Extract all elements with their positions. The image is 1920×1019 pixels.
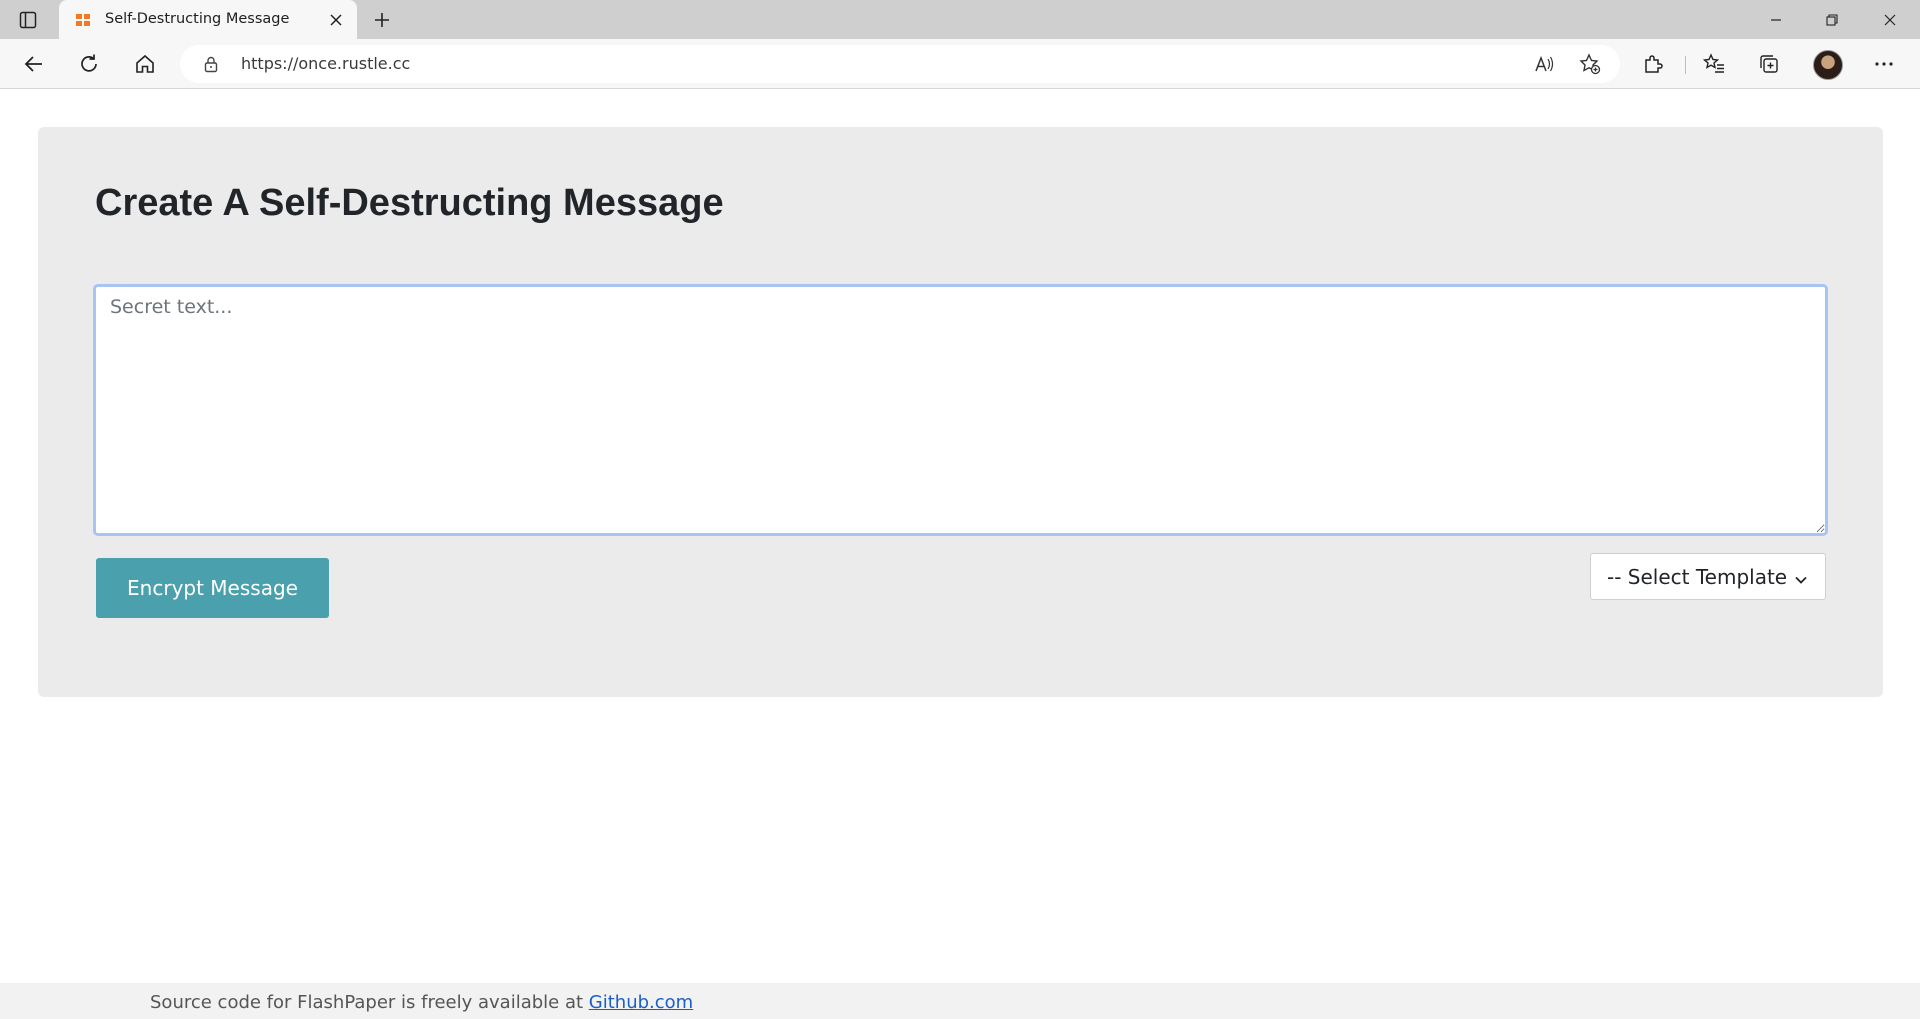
template-select-value: -- Select Template [1607, 564, 1788, 589]
close-window-icon[interactable] [1862, 0, 1918, 39]
back-icon[interactable] [18, 48, 50, 80]
encrypt-message-button[interactable]: Encrypt Message [96, 558, 329, 618]
read-aloud-icon[interactable] [1533, 53, 1555, 75]
page-footer: Source code for FlashPaper is freely ava… [0, 983, 1920, 1019]
footer-message: Source code for FlashPaper is freely ava… [150, 992, 584, 1013]
address-bar[interactable]: https://once.rustle.cc [180, 45, 1620, 83]
message-panel: Create A Self-Destructing Message Encryp… [38, 127, 1883, 697]
toolbar-divider [1685, 56, 1686, 74]
tab-strip: Self-Destructing Message [0, 0, 1920, 39]
github-link[interactable]: Github.com [589, 992, 693, 1013]
tab-title: Self-Destructing Message [105, 11, 290, 27]
browser-tab[interactable]: Self-Destructing Message [59, 0, 357, 39]
favorites-icon[interactable] [1698, 48, 1730, 80]
lock-icon[interactable] [202, 55, 220, 73]
chevron-down-icon [1793, 569, 1809, 585]
site-favicon-icon [74, 12, 92, 28]
template-select[interactable]: -- Select Template [1590, 553, 1826, 600]
add-favorite-icon[interactable] [1579, 53, 1601, 75]
collections-icon[interactable] [1753, 48, 1785, 80]
refresh-icon[interactable] [73, 48, 105, 80]
profile-avatar[interactable] [1813, 50, 1843, 80]
secret-text-input[interactable] [93, 284, 1828, 536]
new-tab-icon[interactable] [371, 9, 393, 31]
home-icon[interactable] [129, 48, 161, 80]
browser-toolbar: https://once.rustle.cc [0, 39, 1920, 89]
footer-text: Source code for FlashPaper is freely ava… [150, 992, 693, 1013]
extensions-icon[interactable] [1637, 48, 1669, 80]
page-title: Create A Self-Destructing Message [95, 182, 724, 224]
tab-actions-icon[interactable] [18, 10, 38, 30]
minimize-icon[interactable] [1748, 0, 1804, 39]
url-text[interactable]: https://once.rustle.cc [241, 54, 410, 73]
more-options-icon[interactable] [1868, 48, 1900, 80]
close-tab-icon[interactable] [327, 11, 345, 29]
restore-icon[interactable] [1804, 0, 1860, 39]
